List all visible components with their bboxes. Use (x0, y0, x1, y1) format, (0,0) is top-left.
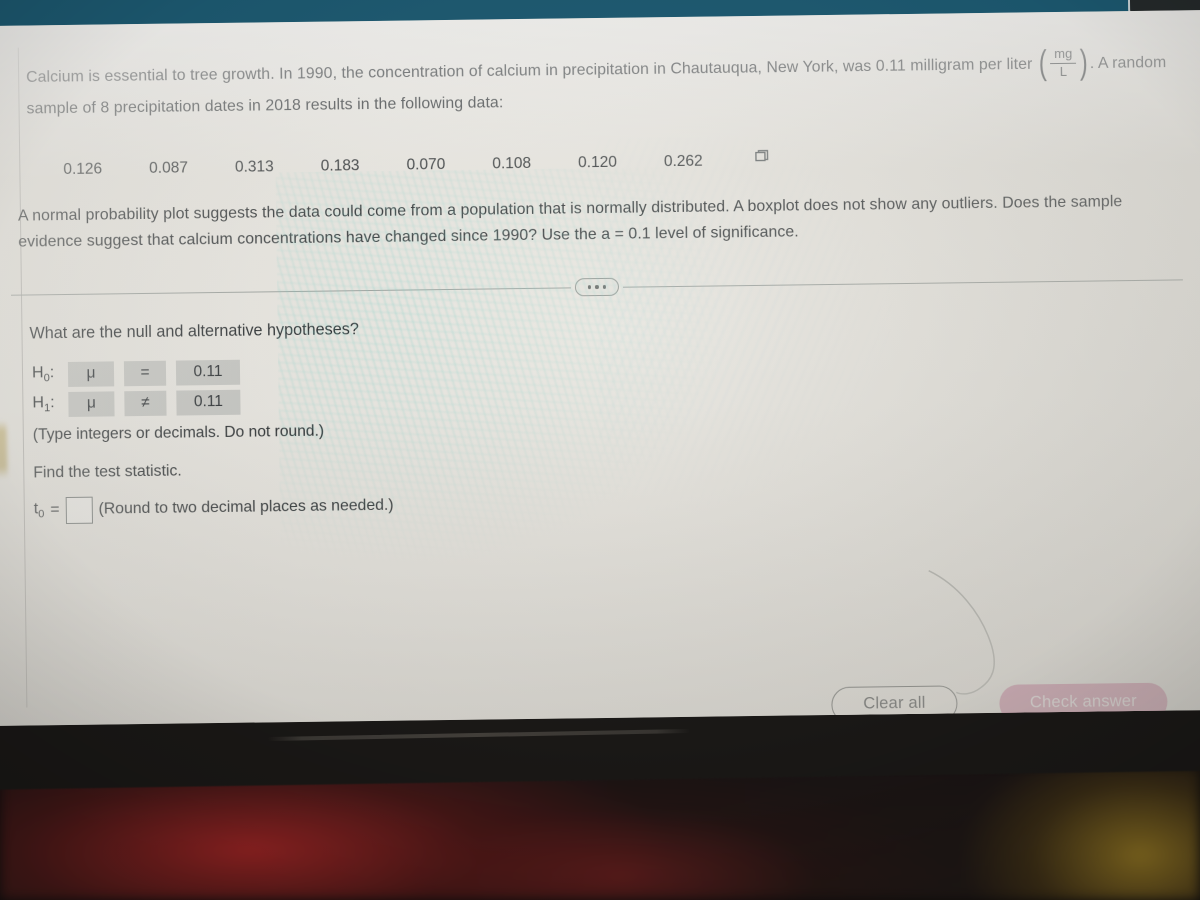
unit-denominator: L (1059, 63, 1068, 79)
normal-plot-paragraph: A normal probability plot suggests the d… (17, 193, 1123, 251)
null-operator-field[interactable]: = (123, 360, 167, 386)
laptop-photo-scene: Calcium is essential to tree growth. In … (0, 0, 1200, 900)
left-paren: ( (1038, 43, 1047, 82)
test-statistic-input[interactable] (65, 496, 93, 525)
alternative-hypothesis-label: H1: (32, 394, 55, 415)
exercise-content: Calcium is essential to tree growth. In … (0, 10, 1200, 726)
data-value: 0.262 (663, 152, 703, 171)
data-value: 0.120 (577, 153, 617, 172)
alternative-operator-field[interactable]: ≠ (124, 390, 167, 417)
hypothesis-row-alternative: H1: μ ≠ 0.11 (32, 389, 250, 418)
null-parameter-field[interactable]: μ (67, 360, 115, 387)
data-value: 0.087 (149, 159, 189, 177)
data-value: 0.108 (492, 154, 532, 173)
unit-fraction-mg-per-l: ( mg L ) (1037, 43, 1090, 82)
data-value: 0.126 (63, 160, 103, 179)
alternative-subscript: 1 (43, 402, 51, 415)
data-value: 0.070 (406, 156, 446, 174)
exercise-intro-paragraph: Calcium is essential to tree growth. In … (26, 43, 1200, 126)
hypotheses-hint: (Type integers or decimals. Do not round… (32, 422, 325, 444)
sample-data-row: 0.126 0.087 0.313 0.183 0.070 0.108 0.12… (63, 149, 771, 182)
right-paren: ) (1079, 43, 1089, 82)
alternative-parameter-field[interactable]: μ (68, 391, 115, 417)
intro-text-part1: Calcium is essential to tree growth. In … (26, 55, 1033, 86)
ellipsis-expander-icon[interactable] (574, 277, 620, 297)
test-statistic-label: t0 (33, 500, 45, 521)
test-statistic-row: t0 = (Round to two decimal places as nee… (34, 493, 394, 525)
unit-numerator: mg (1054, 45, 1073, 62)
browser-page: Calcium is essential to tree growth. In … (0, 9, 1200, 727)
divider-line-left (10, 286, 571, 296)
divider-line-right (622, 278, 1183, 288)
alternative-value-field[interactable]: 0.11 (176, 389, 241, 416)
hypotheses-block: H0: μ = 0.11 H1: μ ≠ 0.11 (32, 359, 251, 422)
equals-sign: = (50, 501, 60, 519)
question-prompt: What are the null and alternative hypoth… (29, 320, 359, 343)
copy-to-spreadsheet-icon[interactable] (755, 149, 771, 173)
null-hypothesis-label: H0: (31, 364, 55, 385)
hypothesis-row-null: H0: μ = 0.11 (32, 359, 250, 388)
data-value: 0.183 (320, 157, 360, 175)
data-value: 0.313 (234, 158, 274, 176)
test-statistic-subscript: 0 (38, 508, 45, 521)
find-test-statistic-instruction: Find the test statistic. (33, 462, 182, 482)
null-value-field[interactable]: 0.11 (175, 359, 241, 386)
test-statistic-hint: (Round to two decimal places as needed.) (98, 496, 394, 518)
null-subscript: 0 (43, 372, 50, 385)
section-divider (10, 269, 1183, 304)
